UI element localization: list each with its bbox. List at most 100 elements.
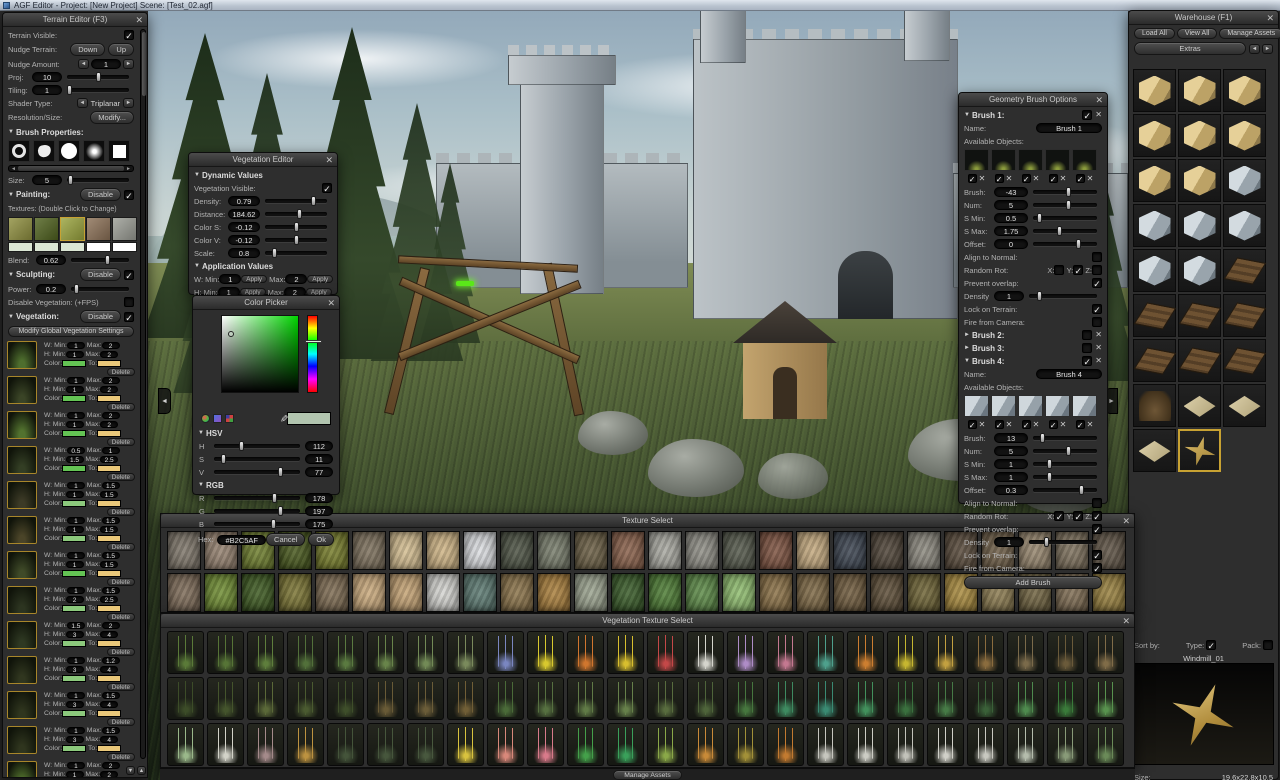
vegetation-tile[interactable] (807, 677, 844, 720)
brush-object-thumb[interactable] (964, 149, 989, 171)
slider[interactable] (265, 199, 327, 203)
section-expand-icon[interactable]: ▼ (198, 482, 204, 488)
include-checkbox[interactable]: ✓ (1049, 420, 1058, 429)
vegetation-tile[interactable] (167, 631, 204, 674)
texture-tile[interactable] (907, 531, 941, 570)
scroll-up-button[interactable]: ▲ (137, 766, 146, 775)
scroll-left-icon[interactable]: ◄ (11, 166, 16, 172)
warehouse-item[interactable] (1133, 339, 1176, 382)
value-field[interactable]: 1 (67, 517, 85, 524)
value-field[interactable]: 3 (66, 666, 84, 673)
slider-handle[interactable] (1066, 187, 1071, 197)
slider[interactable] (1033, 436, 1097, 440)
paint-texture-swatch[interactable] (8, 217, 33, 241)
value-field[interactable]: 4 (100, 666, 118, 673)
vegetation-thumbnail[interactable] (7, 376, 37, 404)
value-field[interactable]: 2 (102, 762, 120, 769)
texture-tile[interactable] (722, 531, 756, 570)
value-field[interactable]: 11 (305, 454, 333, 464)
texture-tile[interactable] (167, 573, 201, 612)
vegetation-checkbox[interactable]: ✓ (124, 312, 134, 322)
vegetation-tile[interactable] (167, 723, 204, 766)
include-checkbox[interactable]: ✓ (995, 174, 1004, 183)
value-field[interactable]: 1.5 (100, 561, 118, 568)
exclude-button[interactable]: ✕ (1033, 420, 1040, 430)
vegetation-tile[interactable] (1047, 631, 1084, 674)
warehouse-item[interactable] (1223, 339, 1266, 382)
slider[interactable] (1033, 190, 1097, 194)
delete-button[interactable]: Delete (107, 578, 135, 586)
slider-handle[interactable] (96, 72, 101, 82)
vegetation-tile[interactable] (367, 631, 404, 674)
value-field[interactable]: Brush 1 (1036, 123, 1102, 133)
vegetation-tile[interactable] (207, 677, 244, 720)
slider[interactable] (1033, 449, 1097, 453)
value-field[interactable]: 1 (66, 491, 84, 498)
texture-tile[interactable] (204, 573, 238, 612)
vegetation-visible-checkbox[interactable]: ✓ (322, 183, 332, 193)
rot-y-checkbox[interactable]: ✓ (1073, 265, 1083, 275)
value-field[interactable]: 1.5 (102, 727, 120, 734)
warehouse-item[interactable] (1178, 249, 1221, 292)
close-icon[interactable]: ✕ (325, 153, 333, 167)
exclude-button[interactable]: ✕ (1087, 420, 1094, 430)
section-expand-icon[interactable]: ▼ (198, 430, 204, 436)
delete-button[interactable]: Delete (107, 508, 135, 516)
scroll-thumb[interactable] (142, 32, 146, 96)
color-from-swatch[interactable] (62, 465, 86, 472)
value-field[interactable]: 0.79 (228, 196, 260, 206)
scroll-down-button[interactable]: ▼ (126, 766, 135, 775)
value-field[interactable]: -0.12 (228, 235, 260, 245)
vegetation-tile[interactable] (1007, 677, 1044, 720)
color-to-swatch[interactable] (97, 710, 121, 717)
delete-button[interactable]: Delete (107, 438, 135, 446)
nudge-amount-field[interactable]: 1 (91, 59, 121, 69)
close-icon[interactable]: ✕ (1122, 514, 1130, 528)
vegetation-tile[interactable] (247, 677, 284, 720)
delete-button[interactable]: Delete (107, 543, 135, 551)
slider-handle[interactable] (105, 255, 110, 265)
view-all-button[interactable]: View All (1177, 28, 1217, 39)
geometry-brush-titlebar[interactable]: Geometry Brush Options ✕ (959, 93, 1107, 107)
value-field[interactable]: 1 (66, 526, 84, 533)
exclude-button[interactable]: ✕ (1060, 174, 1067, 184)
slider[interactable] (265, 225, 327, 229)
value-field[interactable]: 2 (102, 342, 120, 349)
color-from-swatch[interactable] (62, 395, 86, 402)
texture-tile[interactable] (796, 573, 830, 612)
vegetation-tile[interactable] (927, 677, 964, 720)
vegetation-tile[interactable] (967, 631, 1004, 674)
texture-tile[interactable] (574, 573, 608, 612)
brush-object-thumb[interactable] (964, 395, 989, 417)
rot-z-checkbox[interactable]: ✓ (1092, 511, 1102, 521)
vegetation-tile[interactable] (287, 631, 324, 674)
value-field[interactable]: 1.5 (100, 491, 118, 498)
vegetation-tile[interactable] (1087, 723, 1124, 766)
pack-checkbox[interactable] (1263, 640, 1273, 650)
include-checkbox[interactable]: ✓ (995, 420, 1004, 429)
fire-checkbox[interactable]: ✓ (1092, 563, 1102, 573)
vegetation-tile[interactable] (247, 723, 284, 766)
vegetation-tile[interactable] (407, 631, 444, 674)
panel-nav-left-arrow[interactable]: ◄ (158, 388, 171, 414)
scroll-right-icon[interactable]: ► (126, 166, 131, 172)
slider-handle[interactable] (1079, 485, 1084, 495)
vegetation-thumbnail[interactable] (7, 516, 37, 544)
value-field[interactable]: 1 (67, 692, 85, 699)
vegetation-tile[interactable] (207, 723, 244, 766)
value-field[interactable]: 77 (305, 467, 333, 477)
value-field[interactable]: 2.5 (100, 596, 118, 603)
type-checkbox[interactable]: ✓ (1206, 640, 1216, 650)
color-to-swatch[interactable] (97, 675, 121, 682)
delete-button[interactable]: Delete (107, 648, 135, 656)
brush-object-thumb[interactable] (1045, 149, 1070, 171)
texture-tile[interactable] (426, 531, 460, 570)
color-to-swatch[interactable] (97, 745, 121, 752)
exclude-button[interactable]: ✕ (979, 174, 986, 184)
brush-object-thumb[interactable] (1018, 395, 1043, 417)
value-field[interactable]: 2 (100, 421, 118, 428)
saturation-value-square[interactable] (221, 315, 299, 393)
brush2-delete-icon[interactable]: ✕ (1095, 330, 1102, 340)
blend-field[interactable]: 0.62 (36, 255, 66, 265)
vegetation-tile[interactable] (1047, 677, 1084, 720)
